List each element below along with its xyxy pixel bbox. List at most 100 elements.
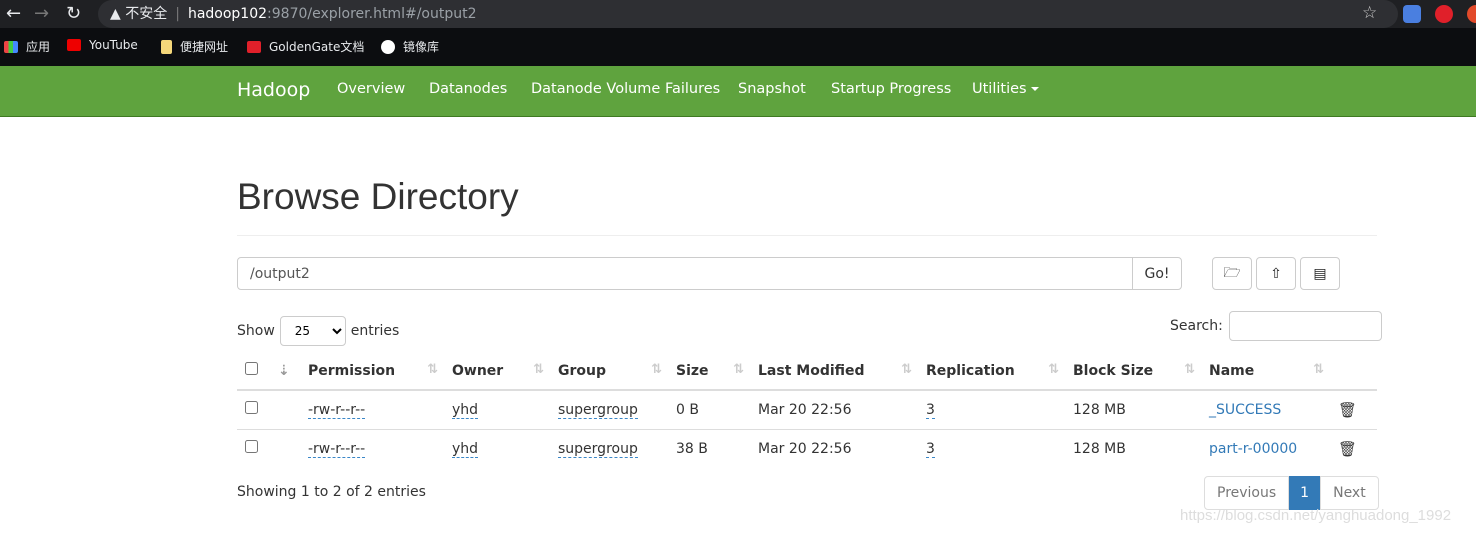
entries-select[interactable]: 25	[279, 316, 346, 346]
row-checkbox[interactable]	[245, 440, 258, 454]
pagination: Previous 1 Next	[1204, 476, 1379, 510]
col-block-size[interactable]: Block Size ⇅	[1065, 352, 1201, 391]
col-size[interactable]: Size ⇅	[668, 352, 750, 391]
row-checkbox[interactable]	[245, 401, 258, 415]
nav-snapshot[interactable]: Snapshot	[738, 81, 806, 97]
permission-link[interactable]: -rw-r--r--	[308, 440, 366, 458]
col-label: Name	[1209, 362, 1255, 379]
search-input[interactable]	[1228, 311, 1382, 341]
col-label: Group	[558, 362, 607, 379]
path-input[interactable]	[237, 257, 1133, 290]
bookmark-label: 应用	[26, 40, 51, 54]
list-alt-icon: ▤	[1313, 265, 1327, 282]
nav-overview[interactable]: Overview	[337, 81, 405, 97]
block-size-cell: 128 MB	[1065, 428, 1201, 468]
col-permission[interactable]: Permission ⇅	[300, 352, 444, 391]
nav-datanodes[interactable]: Datanodes	[429, 81, 507, 97]
translate-extension-icon[interactable]	[1403, 5, 1421, 23]
address-row: ← → ↻ ▲ 不安全 | hadoop102:9870/explorer.html…	[0, 0, 1476, 28]
browser-chrome: ← → ↻ ▲ 不安全 | hadoop102:9870/explorer.html…	[0, 0, 1476, 66]
show-label: Show	[237, 323, 275, 339]
trash-icon[interactable]: 🗑	[1338, 401, 1357, 419]
group-link[interactable]: supergroup	[558, 440, 638, 458]
entries-length: Show 25 entries	[237, 316, 399, 346]
bookmark-goldengate[interactable]: GoldenGate文档	[247, 38, 364, 55]
bookmark-label: YouTube	[89, 38, 138, 52]
security-label: 不安全	[125, 6, 168, 22]
permission-link[interactable]: -rw-r--r--	[308, 401, 366, 419]
owner-link[interactable]: yhd	[452, 401, 479, 419]
create-directory-button[interactable]: 🗁	[1212, 257, 1252, 290]
modified-cell: Mar 20 22:56	[750, 428, 918, 468]
col-label: Permission	[308, 362, 396, 379]
bookmark-apps[interactable]: 应用	[4, 38, 50, 55]
file-name-link[interactable]: part-r-00000	[1209, 441, 1297, 457]
col-group[interactable]: Group ⇅	[550, 352, 668, 391]
sort-asc-icon: ⇣	[278, 362, 290, 379]
warning-icon: ▲	[110, 6, 121, 22]
col-label: Owner	[452, 362, 504, 379]
cloud-upload-icon: ⇧	[1270, 265, 1282, 282]
sort-icon: ⇅	[651, 362, 662, 377]
previous-button[interactable]: Previous	[1204, 476, 1290, 510]
select-all-checkbox[interactable]	[245, 362, 258, 375]
file-table: ⇣ Permission ⇅ Owner ⇅ Group ⇅ Size ⇅ Last M…	[237, 352, 1377, 468]
sort-icon: ⇅	[533, 362, 544, 377]
owner-link[interactable]: yhd	[452, 440, 479, 458]
file-name-link[interactable]: _SUCCESS	[1209, 402, 1281, 418]
sort-order-cell[interactable]: ⇣	[270, 352, 300, 391]
nav-brand[interactable]: Hadoop	[237, 79, 310, 101]
table-row: -rw-r--r-- yhd supergroup 38 B Mar 20 22…	[237, 428, 1377, 468]
globe-icon	[381, 39, 395, 54]
replication-link[interactable]: 3	[926, 401, 935, 419]
sort-icon: ⇅	[1184, 362, 1195, 377]
table-row: -rw-r--r-- yhd supergroup 0 B Mar 20 22:…	[237, 390, 1377, 429]
go-button[interactable]: Go!	[1132, 257, 1182, 290]
bookmark-youtube[interactable]: YouTube	[67, 38, 138, 52]
bookmark-label: GoldenGate文档	[269, 40, 365, 54]
apps-grid-icon	[4, 40, 18, 53]
url-host: hadoop102	[187, 6, 268, 22]
divider	[237, 235, 1377, 236]
sort-icon: ⇅	[427, 362, 438, 377]
col-last-modified[interactable]: Last Modified ⇅	[750, 352, 918, 391]
folder-open-icon: 🗁	[1223, 264, 1241, 281]
adblock-extension-icon[interactable]	[1435, 5, 1453, 23]
nav-utilities-label: Utilities	[972, 81, 1027, 97]
sort-icon: ⇅	[1048, 362, 1059, 377]
group-link[interactable]: supergroup	[558, 401, 638, 419]
nav-utilities[interactable]: Utilities	[972, 81, 1039, 97]
bookmark-mirror[interactable]: 镜像库	[381, 38, 439, 55]
search-label: Search:	[1170, 318, 1223, 334]
col-label: Replication	[926, 362, 1015, 379]
folder-icon	[161, 39, 172, 54]
navbar: Hadoop Overview Datanodes Datanode Volum…	[0, 66, 1476, 117]
col-label: Last Modified	[758, 362, 865, 379]
back-icon[interactable]: ←	[6, 3, 21, 25]
page-1-button[interactable]: 1	[1289, 476, 1321, 510]
reload-icon[interactable]: ↻	[66, 3, 81, 25]
replication-link[interactable]: 3	[926, 440, 935, 458]
modified-cell: Mar 20 22:56	[758, 401, 852, 418]
block-size-cell: 128 MB	[1073, 401, 1126, 418]
col-replication[interactable]: Replication ⇅	[918, 352, 1065, 391]
nav-startup-progress[interactable]: Startup Progress	[831, 81, 951, 97]
oracle-icon	[247, 40, 261, 53]
col-owner[interactable]: Owner ⇅	[444, 352, 550, 391]
table-header: ⇣ Permission ⇅ Owner ⇅ Group ⇅ Size ⇅ Last M…	[237, 352, 1377, 391]
cut-paste-button[interactable]: ▤	[1300, 257, 1340, 290]
upload-button[interactable]: ⇧	[1256, 257, 1296, 290]
col-name[interactable]: Name ⇅	[1201, 352, 1330, 391]
address-bar[interactable]: ▲ 不安全 | hadoop102:9870/explorer.html#/outp…	[98, 0, 1398, 28]
table-info: Showing 1 to 2 of 2 entries	[237, 484, 426, 500]
sort-icon: ⇅	[1313, 362, 1324, 377]
bookmark-folder[interactable]: 便捷网址	[161, 38, 228, 55]
forward-icon[interactable]: →	[34, 3, 49, 25]
col-actions	[1330, 352, 1377, 391]
trash-icon[interactable]: 🗑	[1338, 440, 1357, 458]
next-button[interactable]: Next	[1320, 476, 1379, 510]
nav-volume-failures[interactable]: Datanode Volume Failures	[531, 81, 720, 97]
bookmark-star-icon[interactable]: ☆	[1362, 3, 1377, 23]
extension-icon[interactable]	[1467, 5, 1476, 23]
caret-down-icon	[1030, 87, 1039, 91]
